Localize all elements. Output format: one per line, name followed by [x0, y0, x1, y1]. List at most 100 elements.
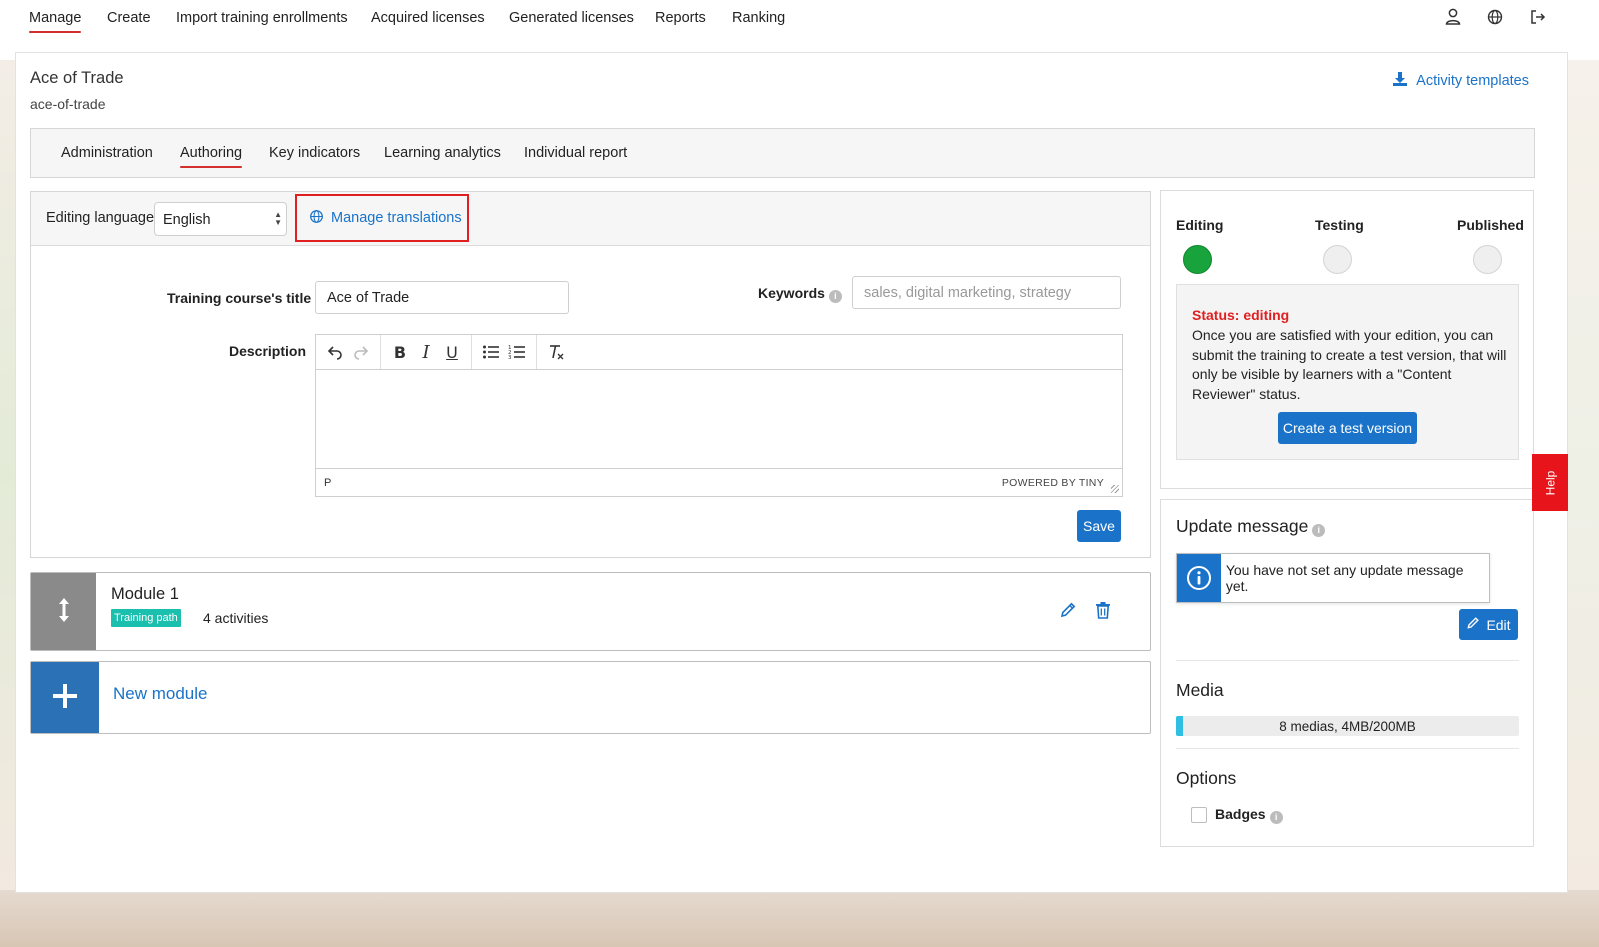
badges-label-text: Badges: [1215, 806, 1266, 822]
trash-icon[interactable]: [1095, 601, 1111, 622]
keywords-placeholder: sales, digital marketing, strategy: [864, 284, 1072, 301]
create-test-version-label: Create a test version: [1282, 420, 1413, 436]
course-settings-panel: Update message i You have not set any upd…: [1160, 499, 1534, 847]
rte-element-path[interactable]: P: [324, 477, 331, 489]
svg-text:3: 3: [508, 355, 512, 360]
description-text-area[interactable]: [316, 370, 1122, 468]
tab-key-indicators[interactable]: Key indicators: [269, 145, 360, 161]
keywords-label-text: Keywords: [758, 285, 825, 301]
activity-templates-link[interactable]: Activity templates: [1392, 71, 1529, 91]
info-icon[interactable]: i: [1269, 811, 1283, 824]
editing-language-label: Editing language:: [46, 210, 159, 226]
course-title-input[interactable]: Ace of Trade: [315, 281, 569, 314]
bold-icon[interactable]: B: [387, 339, 413, 365]
logout-icon[interactable]: [1527, 6, 1549, 28]
description-label: Description: [229, 343, 307, 359]
nav-item-ranking[interactable]: Ranking: [732, 10, 785, 26]
vertical-arrows-icon: [57, 597, 71, 626]
rte-powered-by[interactable]: POWERED BY TINY: [1002, 477, 1104, 489]
new-module-label[interactable]: New module: [113, 684, 208, 704]
module-row[interactable]: Module 1 Training path 4 activities: [30, 572, 1151, 651]
divider: [1176, 660, 1519, 661]
rte-toolbar: B I U 123: [316, 335, 1122, 370]
rte-format-group: B I U: [381, 335, 472, 369]
top-navigation: Manage Create Import training enrollment…: [0, 0, 1599, 48]
step-label-testing: Testing: [1315, 217, 1364, 233]
bullet-list-icon[interactable]: [478, 339, 504, 365]
tab-individual-report[interactable]: Individual report: [524, 145, 627, 161]
edit-update-message-button[interactable]: Edit: [1459, 609, 1518, 640]
manage-translations-button[interactable]: Manage translations: [295, 194, 469, 242]
drag-handle[interactable]: [31, 573, 96, 650]
rte-list-group: 123: [472, 335, 537, 369]
globe-icon: [309, 209, 324, 228]
pencil-icon: [1466, 616, 1480, 633]
add-module-button[interactable]: [31, 662, 99, 733]
nav-item-reports[interactable]: Reports: [655, 10, 706, 26]
resize-handle-icon[interactable]: [1111, 485, 1119, 493]
help-tab[interactable]: Help: [1532, 454, 1568, 511]
nav-item-manage[interactable]: Manage: [29, 10, 82, 33]
save-button[interactable]: Save: [1077, 510, 1121, 542]
module-type-badge: Training path: [111, 609, 181, 627]
step-indicator-published: [1473, 245, 1502, 274]
redo-icon[interactable]: [348, 339, 374, 365]
description-rich-text-editor: B I U 123 P POWERED BY TINY: [315, 334, 1123, 497]
step-indicator-testing: [1323, 245, 1352, 274]
nav-item-generated-licenses[interactable]: Generated licenses: [509, 10, 634, 26]
activity-templates-label: Activity templates: [1416, 73, 1529, 89]
module-activity-count: 4 activities: [203, 610, 269, 626]
tab-administration[interactable]: Administration: [61, 145, 153, 161]
edit-label: Edit: [1486, 616, 1511, 633]
italic-icon[interactable]: I: [413, 339, 439, 365]
update-message-heading-text: Update message: [1176, 516, 1309, 536]
nav-item-acquired-licenses[interactable]: Acquired licenses: [371, 10, 485, 26]
clear-formatting-icon[interactable]: [543, 339, 569, 365]
update-message-heading: Update message i: [1176, 516, 1326, 537]
status-description: Once you are satisfied with your edition…: [1192, 327, 1507, 402]
editing-language-select[interactable]: English ▲ ▼: [154, 202, 287, 236]
plus-icon: [52, 683, 78, 712]
options-heading: Options: [1176, 768, 1237, 788]
editing-language-value: English: [163, 212, 211, 228]
info-icon[interactable]: i: [828, 290, 842, 303]
save-button-label: Save: [1083, 518, 1115, 534]
nav-item-import-training-enrollments[interactable]: Import training enrollments: [176, 10, 348, 26]
status-title: Status: editing: [1192, 307, 1290, 323]
course-editor-panel: Editing language: English ▲ ▼ Manage tran…: [30, 191, 1151, 558]
rte-history-group: [316, 335, 381, 369]
step-indicator-editing: [1183, 245, 1212, 274]
tab-authoring[interactable]: Authoring: [180, 145, 243, 168]
course-title-value: Ace of Trade: [327, 289, 410, 306]
numbered-list-icon[interactable]: 123: [504, 339, 530, 365]
course-title: Ace of Trade: [30, 69, 124, 87]
nav-item-create[interactable]: Create: [107, 10, 151, 26]
media-usage-text: 8 medias, 4MB/200MB: [1279, 718, 1416, 734]
help-label: Help: [1543, 470, 1557, 495]
course-subtabs: Administration Authoring Key indicators …: [30, 128, 1535, 178]
create-test-version-button[interactable]: Create a test version: [1278, 412, 1417, 444]
manage-translations-label: Manage translations: [331, 210, 462, 226]
globe-icon[interactable]: [1484, 6, 1506, 28]
workflow-panel: Editing Testing Published Status: editin…: [1160, 190, 1534, 489]
tab-learning-analytics[interactable]: Learning analytics: [384, 145, 501, 161]
new-module-row[interactable]: New module: [30, 661, 1151, 734]
info-circle-icon: [1177, 554, 1221, 602]
pencil-icon[interactable]: [1059, 601, 1077, 622]
rte-statusbar: P POWERED BY TINY: [316, 468, 1122, 496]
badges-checkbox[interactable]: [1191, 807, 1207, 823]
step-label-editing: Editing: [1176, 217, 1224, 233]
keywords-input[interactable]: sales, digital marketing, strategy: [852, 276, 1121, 309]
download-icon: [1392, 71, 1408, 91]
status-box: Status: editing Once you are satisfied w…: [1176, 284, 1519, 460]
update-message-notice: You have not set any update message yet.: [1176, 553, 1490, 603]
module-title: Module 1: [111, 585, 179, 603]
user-icon[interactable]: [1442, 6, 1464, 28]
info-icon[interactable]: i: [1312, 524, 1326, 537]
underline-icon[interactable]: U: [439, 339, 465, 365]
media-usage-bar: 8 medias, 4MB/200MB: [1176, 716, 1519, 736]
undo-icon[interactable]: [322, 339, 348, 365]
background-right: [1563, 60, 1599, 890]
background-left: [0, 60, 16, 890]
step-label-published: Published: [1457, 217, 1524, 233]
